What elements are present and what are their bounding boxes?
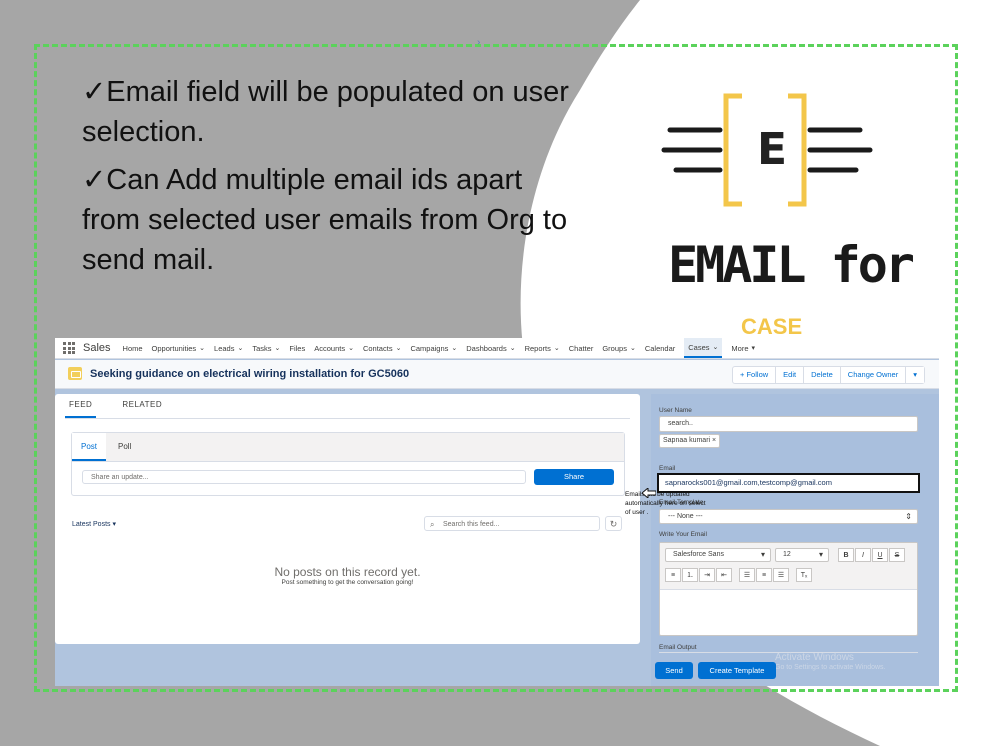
align-left-icon[interactable]: ☰	[739, 568, 755, 582]
chevron-down-icon: ⌄	[629, 345, 636, 352]
caret-down-icon: ▾	[818, 550, 823, 559]
email-label: Email	[659, 465, 676, 472]
nav-item[interactable]: Files	[289, 344, 305, 353]
chevron-down-icon: ⌄	[237, 345, 244, 352]
align-center-icon[interactable]: ≡	[756, 568, 772, 582]
numbered-list-icon[interactable]: ⒈	[682, 568, 698, 582]
editor-toolbar: Salesforce Sans▾ 12▾ B I U S ≡ ⒈ ⇥ ⇤ ☰	[660, 543, 917, 590]
chevron-down-icon: ⌄	[509, 345, 516, 352]
nav-item[interactable]: Tasks ⌄	[252, 344, 280, 353]
clear-format-icon[interactable]: Tₓ	[796, 568, 812, 582]
search-icon: ⌕	[430, 520, 435, 529]
record-title: Seeking guidance on electrical wiring in…	[90, 368, 410, 380]
empty-subtitle: Post something to get the conversation g…	[281, 579, 414, 586]
user-search-input[interactable]: search..	[659, 416, 918, 432]
rich-text-editor[interactable]: Salesforce Sans▾ 12▾ B I U S ≡ ⒈ ⇥ ⇤ ☰	[659, 542, 918, 636]
nav-item[interactable]: Contacts ⌄	[363, 344, 401, 353]
underline-icon[interactable]: U	[872, 548, 888, 562]
chevron-down-icon: ⌄	[451, 345, 458, 352]
bullet-list: ✓Email field will be populated on user s…	[82, 72, 582, 288]
app-launcher-icon[interactable]	[63, 342, 75, 354]
indent-icon[interactable]: ⇥	[699, 568, 715, 582]
nav-item[interactable]: Campaigns ⌄	[410, 344, 457, 353]
record-actions: + Follow Edit Delete Change Owner ▾	[732, 366, 925, 384]
empty-title: No posts on this record yet.	[274, 565, 421, 579]
select-arrows-icon: ⇕	[905, 512, 912, 521]
nav-item[interactable]: Accounts ⌄	[314, 344, 354, 353]
caret-down-icon: ▾	[751, 345, 756, 352]
bullet-item: ✓Email field will be populated on user s…	[82, 76, 569, 148]
outdent-icon[interactable]: ⇤	[716, 568, 732, 582]
feed-tabs: FEED RELATED	[65, 400, 630, 419]
nav-item[interactable]: Leads ⌄	[214, 344, 243, 353]
change-owner-button[interactable]: Change Owner	[841, 367, 907, 383]
list-align-buttons: ≡ ⒈ ⇥ ⇤ ☰ ≡ ☰ Tₓ	[665, 568, 813, 582]
chevron-down-icon: ⌄	[199, 345, 206, 352]
bullet-list-icon[interactable]: ≡	[665, 568, 681, 582]
chevron-down-icon: ⌄	[553, 345, 560, 352]
font-select[interactable]: Salesforce Sans ▾	[665, 548, 771, 562]
close-icon: ×	[712, 437, 717, 444]
tab-post[interactable]: Post	[72, 433, 107, 461]
user-name-label: User Name	[659, 407, 692, 414]
edit-button[interactable]: Edit	[776, 367, 805, 383]
email-panel: User Name search.. Sapnaa kumari × Email…	[651, 394, 939, 686]
top-nav: Sales Home Opportunities ⌄ Leads ⌄ Tasks ⌄ …	[55, 338, 939, 359]
nav-item[interactable]: Calendar	[645, 344, 675, 353]
italic-icon[interactable]: I	[855, 548, 871, 562]
logo-letter: E	[757, 124, 788, 175]
write-email-label: Write Your Email	[659, 531, 707, 538]
follow-button[interactable]: + Follow	[733, 367, 777, 383]
sort-dropdown[interactable]: Latest Posts ▾	[72, 520, 116, 528]
chevron-down-icon: ⌄	[712, 344, 719, 351]
watermark-title: Activate Windows	[775, 652, 854, 663]
logo-title: EMAIL for	[668, 236, 915, 294]
publisher: Post Poll Share an update... Share	[71, 432, 625, 496]
logo-subtitle: CASE	[741, 314, 803, 339]
nav-item[interactable]: Dashboards ⌄	[466, 344, 515, 353]
selected-user-pill[interactable]: Sapnaa kumari ×	[659, 434, 721, 448]
chevron-down-icon: ⌄	[348, 345, 354, 352]
arrow-left-icon	[642, 488, 656, 498]
nav-item[interactable]: Home	[123, 344, 143, 353]
salesforce-screenshot: Sales Home Opportunities ⌄ Leads ⌄ Tasks ⌄ …	[55, 338, 939, 686]
watermark-subtitle: Go to Settings to activate Windows.	[775, 664, 886, 671]
annotation-note: Emails will be updated automatically her…	[625, 491, 706, 516]
delete-button[interactable]: Delete	[804, 367, 841, 383]
publisher-tabs: Post Poll	[72, 433, 624, 462]
more-actions-icon[interactable]: ▾	[906, 367, 924, 383]
app-name: Sales	[83, 342, 111, 354]
caret-down-icon: ▾	[760, 550, 765, 559]
chevron-down-icon: ⌄	[274, 345, 281, 352]
tab-feed[interactable]: FEED	[65, 400, 97, 418]
nav-item[interactable]: Opportunities ⌄	[152, 344, 205, 353]
refresh-icon[interactable]: ↻	[605, 516, 622, 531]
chevron-down-icon: ⌄	[395, 345, 402, 352]
caret-down-icon: ▾	[112, 521, 116, 528]
case-icon	[68, 367, 82, 380]
strikethrough-icon[interactable]: S	[889, 548, 905, 562]
create-template-button[interactable]: Create Template	[698, 662, 776, 679]
bold-icon[interactable]: B	[838, 548, 854, 562]
bullet-item: ✓Can Add multiple email ids apart from s…	[82, 164, 568, 276]
feed-panel: FEED RELATED Post Poll Share an update..…	[55, 394, 640, 644]
tab-poll[interactable]: Poll	[118, 442, 131, 451]
nav-item[interactable]: More ▾	[731, 344, 755, 353]
feed-search-input[interactable]: ⌕ Search this feed...	[424, 516, 600, 531]
share-button[interactable]: Share	[534, 469, 614, 485]
nav-item[interactable]: Groups ⌄	[602, 344, 635, 353]
size-select[interactable]: 12 ▾	[775, 548, 829, 562]
share-input[interactable]: Share an update...	[82, 470, 526, 484]
email-output-label: Email Output	[659, 644, 697, 651]
record-header: Seeking guidance on electrical wiring in…	[55, 360, 939, 389]
nav-item[interactable]: Chatter	[569, 344, 594, 353]
send-button[interactable]: Send	[655, 662, 693, 679]
nav-item-active[interactable]: Cases ⌄	[684, 338, 723, 358]
tab-related[interactable]: RELATED	[118, 400, 166, 418]
format-buttons: B I U S	[838, 548, 906, 562]
align-right-icon[interactable]: ☰	[773, 568, 789, 582]
nav-item[interactable]: Reports ⌄	[525, 344, 560, 353]
